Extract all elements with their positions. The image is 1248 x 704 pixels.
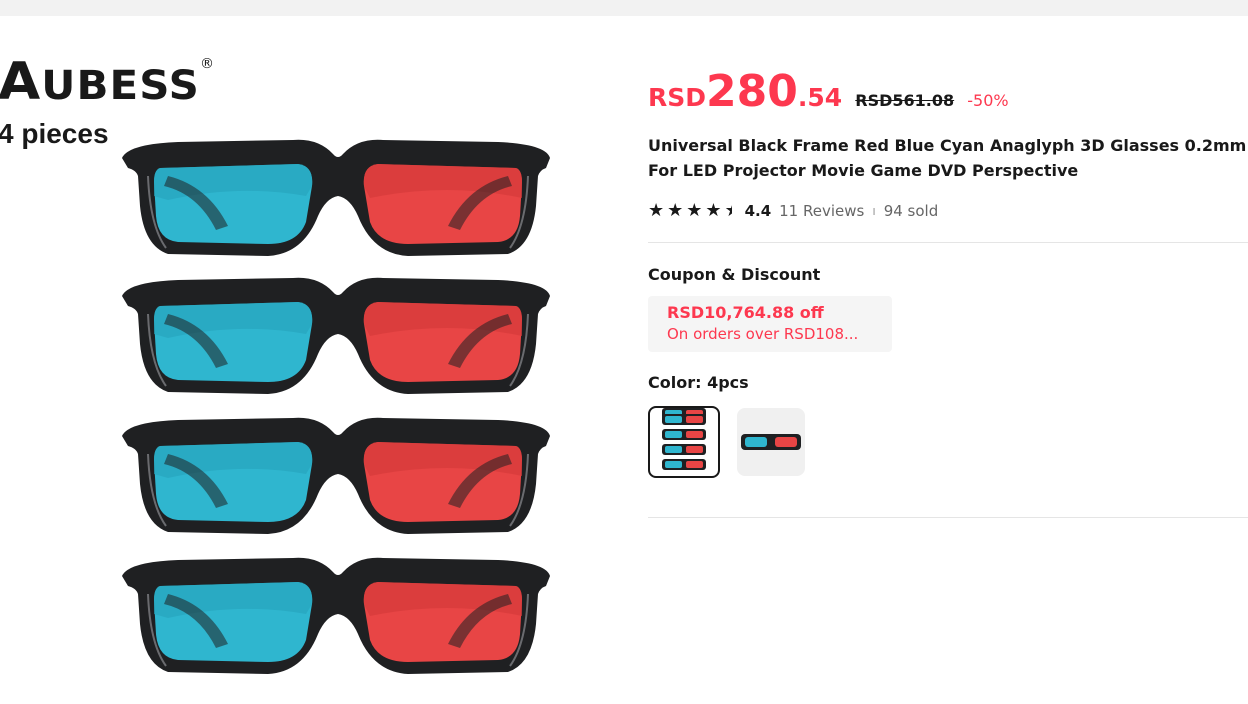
glasses-4pcs-thumbnail — [662, 408, 706, 470]
product-info-panel: RSD280.54 RSD561.08 -50% Universal Black… — [648, 0, 1248, 704]
color-label: Color: 4pcs — [648, 373, 749, 392]
separator: ı — [872, 204, 876, 218]
registered-mark: ® — [200, 56, 214, 72]
product-image[interactable]: AUBESS ® 4 pieces — [0, 16, 600, 704]
glasses-1pc-thumbnail — [741, 434, 801, 450]
star-icon: ★ — [667, 200, 684, 221]
star-icon: ★ — [686, 200, 703, 221]
coupon-amount: RSD10,764.88 off — [667, 303, 824, 322]
price-currency: RSD — [648, 83, 707, 112]
star-icon: ★ — [705, 200, 722, 221]
pieces-label: 4 pieces — [0, 118, 109, 149]
reviews-link[interactable]: 11 Reviews — [779, 202, 864, 220]
color-option-4pcs[interactable] — [648, 406, 720, 478]
star-partial-icon: ★ — [725, 202, 732, 220]
discount-badge: -50% — [967, 91, 1009, 110]
product-title-line-1: Universal Black Frame Red Blue Cyan Anag… — [648, 136, 1248, 155]
divider — [648, 242, 1248, 243]
sold-count: 94 sold — [883, 202, 939, 220]
original-price: RSD561.08 — [855, 91, 955, 110]
price-decimal: .54 — [797, 83, 843, 112]
divider — [648, 517, 1248, 518]
price-row: RSD280.54 RSD561.08 -50% — [648, 66, 1009, 117]
star-icon: ★ — [648, 200, 665, 221]
coupon-card[interactable]: RSD10,764.88 off On orders over RSD108..… — [648, 296, 892, 352]
color-option-1pc[interactable] — [737, 408, 805, 476]
rating-stars: ★ ★ ★ ★ ★ — [648, 202, 735, 220]
brand-logo: AUBESS — [0, 52, 200, 112]
price-whole: 280 — [706, 66, 798, 117]
coupon-section-label: Coupon & Discount — [648, 265, 821, 284]
product-title: Universal Black Frame Red Blue Cyan Anag… — [648, 133, 1248, 183]
product-title-line-2: For LED Projector Movie Game DVD Perspec… — [648, 161, 1079, 180]
rating-row[interactable]: ★ ★ ★ ★ ★ 4.4 11 Reviews ı 94 sold — [648, 200, 938, 222]
rating-value: 4.4 — [744, 202, 772, 220]
coupon-condition: On orders over RSD108... — [667, 325, 859, 343]
glasses-illustration — [121, 138, 551, 675]
